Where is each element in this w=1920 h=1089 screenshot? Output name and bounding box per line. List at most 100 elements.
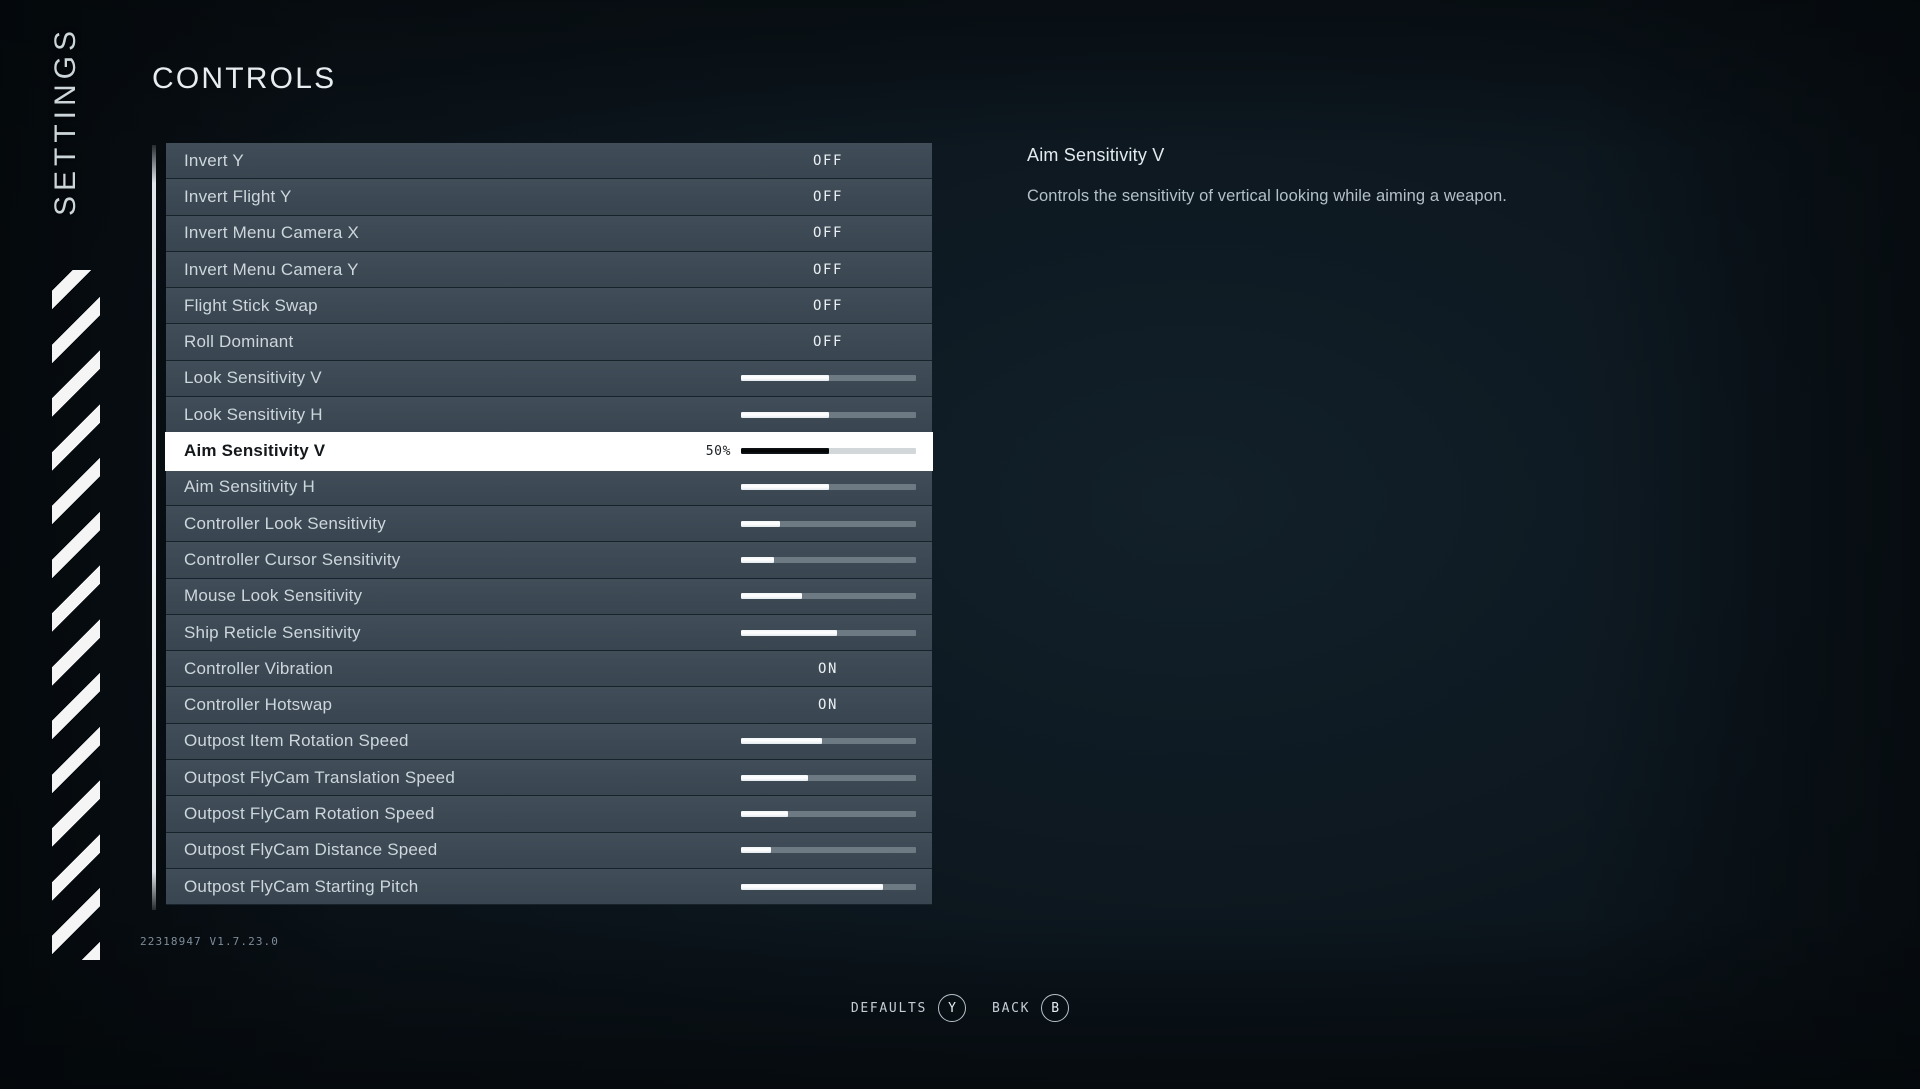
option-row[interactable]: Look Sensitivity V	[166, 360, 932, 398]
option-row[interactable]: Controller Vibration ON	[166, 651, 932, 688]
option-label: Look Sensitivity V	[184, 368, 322, 388]
slider-track[interactable]	[741, 411, 916, 418]
option-toggle-value[interactable]: OFF	[740, 262, 916, 278]
slider-fill	[741, 593, 803, 600]
option-slider[interactable]	[666, 484, 916, 491]
button-hint-label: DEFAULTS	[850, 1000, 928, 1016]
option-label: Outpost FlyCam Rotation Speed	[184, 803, 435, 823]
option-toggle-value[interactable]: OFF	[740, 225, 916, 241]
option-label: Invert Y	[184, 150, 244, 170]
option-row[interactable]: Mouse Look Sensitivity	[166, 578, 932, 615]
option-label: Controller Look Sensitivity	[184, 513, 386, 533]
option-label: Outpost FlyCam Starting Pitch	[184, 876, 419, 896]
option-slider[interactable]	[666, 774, 916, 781]
option-row[interactable]: Outpost FlyCam Rotation Speed	[166, 796, 932, 833]
option-row[interactable]: Invert Flight Y OFF	[166, 179, 932, 216]
slider-track[interactable]	[741, 883, 916, 890]
option-slider[interactable]: 50%	[666, 444, 916, 459]
option-label: Outpost FlyCam Distance Speed	[184, 840, 438, 860]
gamepad-button-icon[interactable]: Y	[938, 994, 967, 1022]
option-slider[interactable]	[666, 810, 916, 817]
option-label: Invert Menu Camera Y	[184, 259, 359, 279]
option-slider[interactable]	[666, 738, 916, 745]
detail-description: Controls the sensitivity of vertical loo…	[1027, 187, 1507, 205]
option-row[interactable]: Invert Y OFF	[166, 143, 932, 180]
diagonal-stripes-icon	[52, 270, 100, 960]
slider-fill	[741, 520, 780, 527]
button-hint[interactable]: DEFAULTS Y	[850, 994, 967, 1022]
option-slider[interactable]	[666, 411, 916, 418]
option-row[interactable]: Look Sensitivity H	[166, 397, 932, 434]
option-row[interactable]: Controller Cursor Sensitivity	[166, 542, 932, 579]
slider-fill	[741, 448, 829, 455]
slider-track[interactable]	[741, 810, 916, 817]
slider-track[interactable]	[741, 593, 916, 600]
slider-track[interactable]	[741, 774, 916, 781]
settings-vertical-title: SETTINGS	[49, 26, 82, 217]
option-label: Ship Reticle Sensitivity	[184, 622, 361, 642]
option-slider[interactable]	[666, 556, 916, 563]
slider-fill	[741, 738, 822, 745]
slider-track[interactable]	[741, 738, 916, 745]
option-toggle-value[interactable]: OFF	[740, 334, 916, 350]
option-row[interactable]: Outpost FlyCam Starting Pitch	[166, 868, 932, 906]
version-stamp: 22318947 V1.7.23.0	[140, 935, 280, 948]
option-toggle-value[interactable]: OFF	[740, 298, 916, 314]
options-rows: Invert Y OFF Invert Flight Y OFF Invert Menu…	[166, 143, 932, 906]
option-slider[interactable]	[666, 375, 916, 382]
slider-fill	[741, 847, 771, 854]
option-label: Roll Dominant	[184, 332, 294, 352]
slider-track[interactable]	[741, 629, 916, 636]
option-slider[interactable]	[666, 883, 916, 890]
slider-fill	[741, 375, 829, 382]
option-label: Mouse Look Sensitivity	[184, 586, 363, 606]
option-row[interactable]: Controller Look Sensitivity	[166, 505, 932, 543]
slider-track[interactable]	[741, 484, 916, 491]
option-row[interactable]: Controller Hotswap ON	[166, 687, 932, 724]
slider-track[interactable]	[741, 448, 916, 455]
option-label: Invert Menu Camera X	[184, 223, 360, 243]
option-label: Controller Vibration	[184, 658, 334, 678]
option-row[interactable]: Invert Menu Camera Y OFF	[166, 251, 932, 289]
option-slider[interactable]	[666, 629, 916, 636]
option-row[interactable]: Outpost FlyCam Distance Speed	[166, 832, 932, 869]
option-slider[interactable]	[666, 520, 916, 527]
left-rail: SETTINGS	[0, 0, 120, 1089]
option-label: Controller Cursor Sensitivity	[184, 549, 401, 569]
option-label: Aim Sensitivity H	[184, 477, 315, 497]
gamepad-button-icon[interactable]: B	[1041, 994, 1070, 1022]
option-label: Outpost Item Rotation Speed	[184, 731, 409, 751]
option-toggle-value[interactable]: ON	[740, 697, 916, 713]
option-row[interactable]: Ship Reticle Sensitivity	[166, 614, 932, 652]
option-row[interactable]: Roll Dominant OFF	[166, 324, 932, 361]
option-label: Controller Hotswap	[184, 695, 333, 715]
option-row[interactable]: Aim Sensitivity H	[166, 469, 932, 506]
option-toggle-value[interactable]: ON	[740, 661, 916, 677]
button-hint[interactable]: BACK B	[992, 994, 1070, 1022]
slider-fill	[741, 556, 775, 563]
option-row[interactable]: Flight Stick Swap OFF	[166, 288, 932, 325]
option-toggle-value[interactable]: OFF	[740, 153, 916, 169]
option-label: Invert Flight Y	[184, 186, 292, 206]
option-row[interactable]: Aim Sensitivity V 50%	[166, 433, 932, 470]
button-hint-bar: DEFAULTS Y BACK B	[0, 994, 1920, 1022]
scrollbar[interactable]	[152, 145, 156, 910]
slider-track[interactable]	[741, 556, 916, 563]
slider-fill	[741, 883, 883, 890]
option-row[interactable]: Outpost Item Rotation Speed	[166, 723, 932, 761]
option-toggle-value[interactable]: OFF	[740, 189, 916, 205]
button-hint-label: BACK	[992, 1000, 1031, 1016]
slider-track[interactable]	[741, 520, 916, 527]
slider-percent-label: 50%	[705, 443, 731, 459]
slider-fill	[741, 629, 838, 636]
slider-track[interactable]	[741, 375, 916, 382]
option-label: Look Sensitivity H	[184, 404, 323, 424]
option-slider[interactable]	[666, 593, 916, 600]
slider-fill	[741, 774, 808, 781]
option-row[interactable]: Invert Menu Camera X OFF	[166, 215, 932, 252]
settings-screen: SETTINGS CONTROLS Invert Y OFF Invert Flig…	[0, 0, 1920, 1089]
slider-track[interactable]	[741, 847, 916, 854]
option-label: Flight Stick Swap	[184, 295, 318, 315]
option-slider[interactable]	[666, 847, 916, 854]
option-row[interactable]: Outpost FlyCam Translation Speed	[166, 760, 932, 797]
